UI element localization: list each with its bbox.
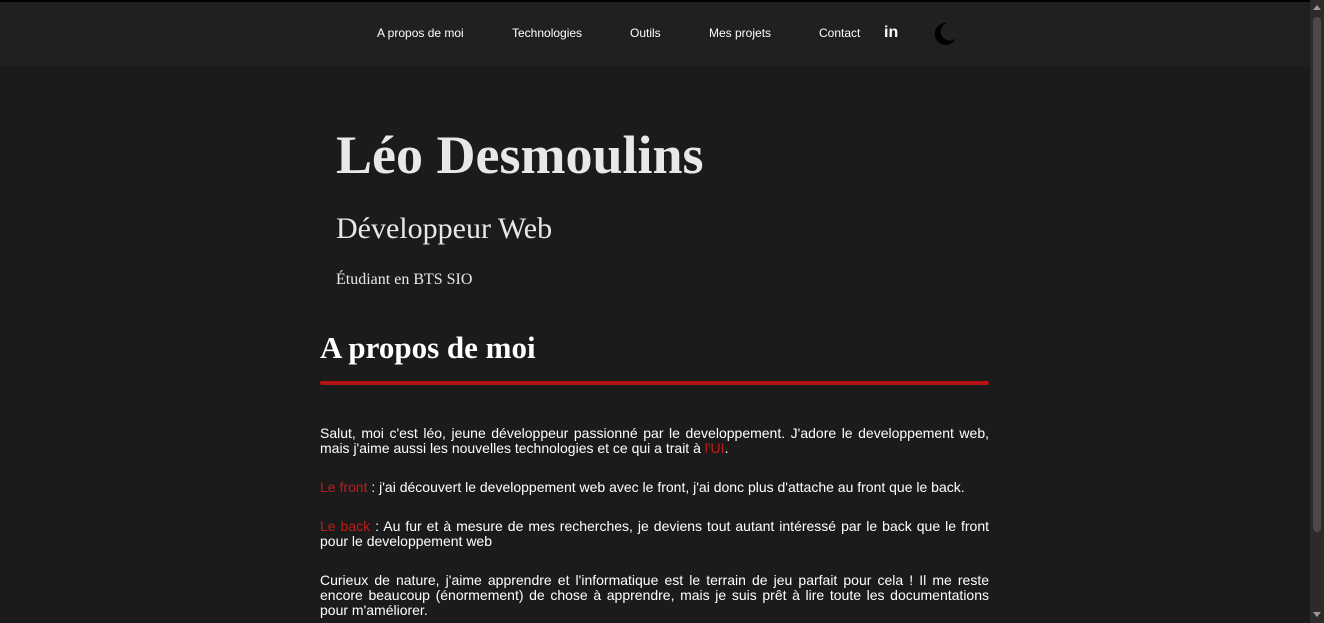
about-paragraph-front: Le front : j'ai découvert le developpeme… — [320, 480, 989, 495]
about-intro-end: . — [724, 440, 729, 456]
about-paragraph-back: Le back : Au fur et à mesure de mes rech… — [320, 519, 989, 549]
about-paragraph-intro: Salut, moi c'est léo, jeune développeur … — [320, 426, 989, 456]
nav-link-technologies[interactable]: Technologies — [512, 26, 582, 40]
nav-link-about[interactable]: A propos de moi — [377, 26, 464, 40]
navbar: A propos de moi Technologies Outils Mes … — [0, 2, 1310, 66]
ui-highlight: l'UI — [704, 440, 725, 456]
scroll-down-arrow-icon[interactable] — [1313, 612, 1321, 617]
nav-link-tools[interactable]: Outils — [630, 26, 661, 40]
front-text: : j'ai découvert le developpement web av… — [367, 479, 965, 495]
back-highlight: Le back — [320, 518, 371, 534]
moon-icon[interactable] — [930, 20, 958, 48]
about-section-title: A propos de moi — [320, 330, 536, 365]
scroll-up-arrow-icon[interactable] — [1313, 5, 1321, 10]
about-paragraph-curious: Curieux de nature, j'aime apprendre et l… — [320, 572, 989, 618]
linkedin-icon[interactable]: in — [884, 25, 898, 41]
nav-link-contact[interactable]: Contact — [819, 26, 860, 40]
hero-name: Léo Desmoulins — [336, 125, 704, 185]
hero-role: Développeur Web — [336, 212, 553, 245]
scroll-thumb[interactable] — [1313, 17, 1321, 532]
nav-link-projects[interactable]: Mes projets — [709, 26, 771, 40]
back-text: : Au fur et à mesure de mes recherches, … — [320, 518, 989, 549]
hero-status: Étudiant en BTS SIO — [336, 271, 473, 288]
front-highlight: Le front — [320, 479, 368, 495]
vertical-scrollbar[interactable] — [1310, 0, 1324, 623]
about-intro-text: Salut, moi c'est léo, jeune développeur … — [320, 425, 989, 456]
section-divider — [320, 381, 989, 385]
